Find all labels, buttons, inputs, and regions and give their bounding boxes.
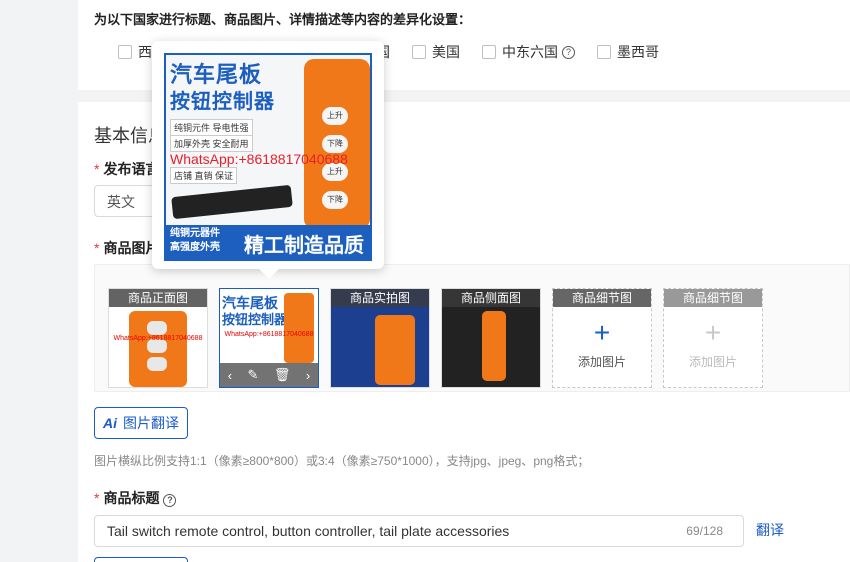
checkbox[interactable]	[597, 45, 611, 59]
preview-tube	[171, 184, 293, 220]
thumb-subtitle: 按钮控制器	[222, 312, 288, 327]
country-option-usa[interactable]: 美国	[412, 42, 460, 62]
watermark-text: WhatsApp:+8618817040688	[113, 335, 203, 342]
slot-label: 商品细节图	[553, 289, 651, 307]
image-slot-real[interactable]: 商品实拍图	[330, 288, 430, 388]
preview-title-2: 按钮控制器	[170, 91, 275, 113]
ai-icon: Ai	[103, 415, 117, 431]
slot-label: 商品细节图	[664, 289, 762, 307]
preview-banner: 纯铜元器件 高强度外壳 精工制造品质	[166, 225, 370, 259]
required-mark: *	[94, 240, 100, 256]
preview-feature-3: 店铺 直销 保证	[170, 167, 238, 184]
edit-icon[interactable]: ✎	[248, 367, 259, 383]
images-label: * 商品图片	[94, 240, 160, 256]
country-option-mexico[interactable]: 墨西哥	[597, 42, 659, 62]
language-label: * 发布语言	[94, 161, 160, 177]
country-settings-heading: 为以下国家进行标题、商品图片、详情描述等内容的差异化设置：	[94, 12, 472, 27]
preview-watermark: WhatsApp:+8618817040688	[170, 151, 348, 167]
image-slot-2[interactable]: 汽车尾板 按钮控制器 WhatsApp:+8618817040688 ‹ ✎ 🗑…	[219, 288, 319, 388]
image-slot-side[interactable]: 商品侧面图	[441, 288, 541, 388]
product-image	[482, 311, 506, 381]
checkbox[interactable]	[412, 45, 426, 59]
preview-feature-1: 纯铜元件 导电性强	[170, 119, 253, 136]
watermark-text: WhatsApp:+8618817040688	[224, 331, 314, 338]
preview-product: 上升 下降 上升 下降	[304, 59, 370, 229]
preview-feature-2: 加厚外壳 安全耐用	[170, 135, 253, 152]
image-preview-popover: 汽车尾板 按钮控制器 纯铜元件 导电性强 加厚外壳 安全耐用 店铺 直销 保证 …	[152, 41, 384, 279]
image-upload-area: 商品正面图 WhatsApp:+8618817040688 汽车尾板 按钮控制器…	[94, 264, 850, 392]
image-slot-front[interactable]: 商品正面图 WhatsApp:+8618817040688	[108, 288, 208, 388]
product-image	[284, 293, 314, 363]
image-translate-button[interactable]: Ai 图片翻译	[94, 407, 188, 439]
chevron-left-icon[interactable]: ‹	[228, 368, 232, 383]
slot-label: 商品正面图	[109, 289, 207, 307]
preview-image: 汽车尾板 按钮控制器 纯铜元件 导电性强 加厚外壳 安全耐用 店铺 直销 保证 …	[164, 53, 372, 261]
image-hint-text: 图片横纵比例支持1:1（像素≥800*800）或3:4（像素≥750*1000）…	[94, 454, 590, 468]
checkbox[interactable]	[118, 45, 132, 59]
add-image-slot-disabled: 商品细节图 + 添加图片	[663, 288, 763, 388]
plus-icon: +	[593, 317, 611, 348]
add-image-slot[interactable]: 商品细节图 + 添加图片	[552, 288, 652, 388]
add-image-text: 添加图片	[577, 355, 626, 369]
delete-icon[interactable]: 🗑	[274, 367, 291, 383]
thumb-toolbar: ‹ ✎ 🗑 ›	[220, 363, 318, 387]
required-mark: *	[94, 161, 100, 177]
chevron-right-icon[interactable]: ›	[306, 368, 310, 383]
product-title-label: * 商品标题?	[94, 488, 177, 508]
plus-icon: +	[704, 317, 722, 348]
slot-label: 商品侧面图	[442, 289, 540, 307]
translate-link[interactable]: 翻译	[756, 520, 784, 540]
product-title-input[interactable]: Tail switch remote control, button contr…	[94, 515, 744, 547]
product-title-value: Tail switch remote control, button contr…	[107, 523, 510, 539]
product-image	[129, 311, 187, 387]
help-icon[interactable]: ?	[163, 493, 177, 507]
char-counter: 69/128	[686, 524, 723, 538]
product-image	[375, 315, 415, 385]
required-mark: *	[94, 490, 100, 506]
help-icon[interactable]: ?	[562, 45, 575, 59]
country-option-middle-east[interactable]: 中东六国?	[482, 42, 575, 62]
slot-label: 商品实拍图	[331, 289, 429, 307]
checkbox[interactable]	[482, 45, 496, 59]
add-image-text: 添加图片	[688, 355, 737, 369]
partial-button[interactable]	[94, 557, 188, 562]
